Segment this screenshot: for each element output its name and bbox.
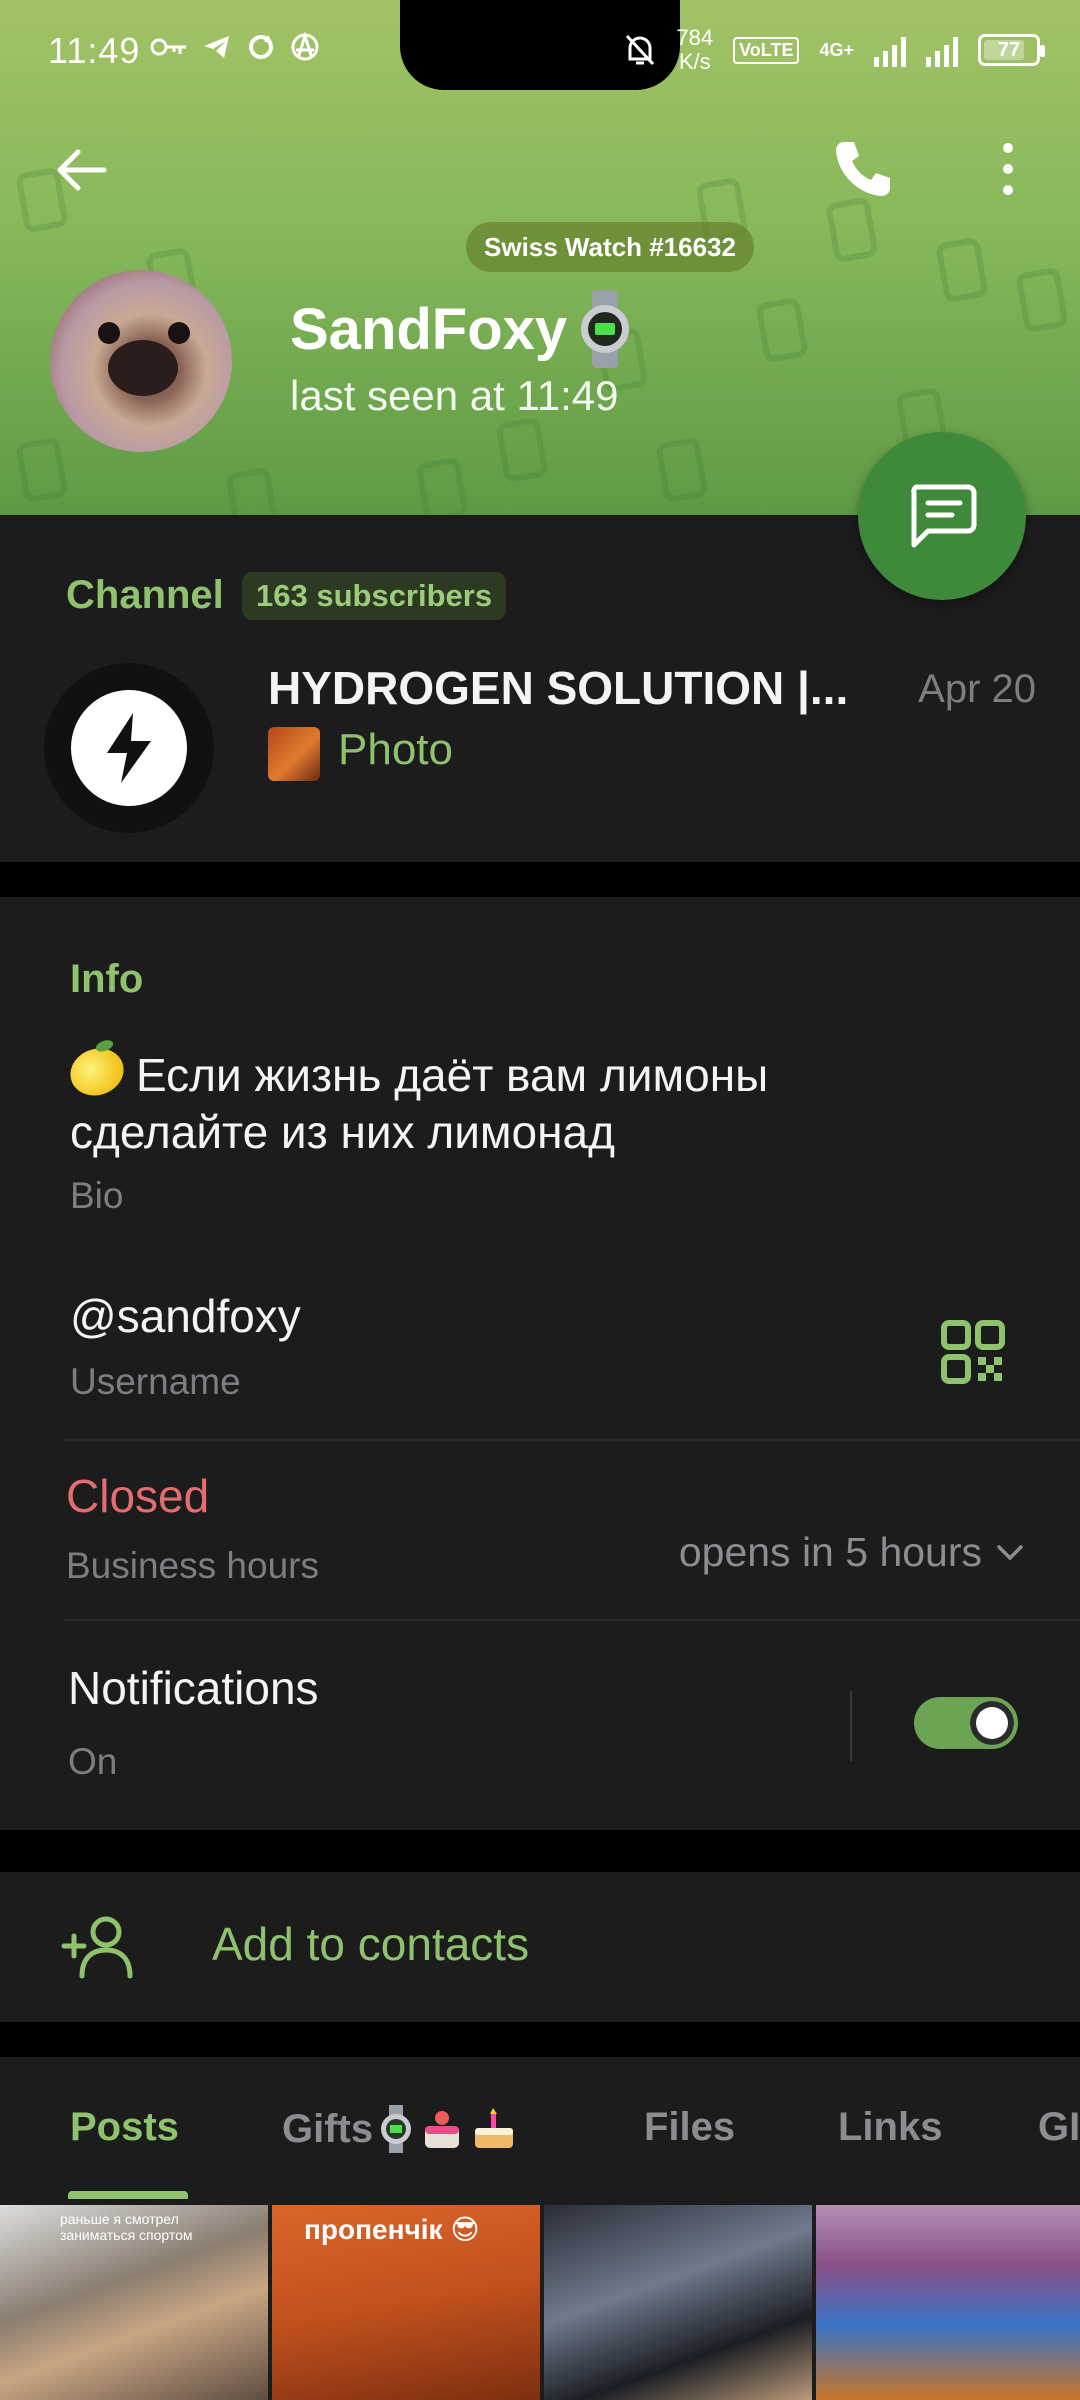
info-heading: Info [70, 957, 144, 1001]
back-arrow-icon[interactable] [52, 140, 112, 200]
tab-gifs[interactable]: GI [1038, 2105, 1080, 2150]
vertical-separator [850, 1691, 852, 1761]
tab-files[interactable]: Files [644, 2105, 735, 2150]
opens-in-dropdown[interactable]: opens in 5 hours [679, 1529, 1024, 1576]
status-system-icons: 784 K/s VoLTE 4G+ 77 [624, 25, 1045, 74]
network-type: 4G+ [819, 39, 854, 60]
birthday-cake-icon [475, 2108, 514, 2148]
last-seen: last seen at 11:49 [290, 372, 619, 419]
telegram-icon [204, 36, 229, 58]
watch-emoji-icon[interactable] [578, 290, 632, 368]
key-icon [150, 38, 186, 56]
lightning-icon [107, 713, 151, 783]
cake-gift-icon [425, 2111, 460, 2148]
channel-label: Channel [66, 573, 224, 617]
phone-icon[interactable] [830, 136, 896, 202]
media-grid: раньше я смотрел заниматься спортом проп… [0, 2205, 1080, 2400]
volte-badge: VoLTE [733, 36, 800, 64]
add-contact-label: Add to contacts [212, 1918, 530, 1970]
qr-code-icon[interactable] [938, 1317, 1008, 1387]
add-user-icon [61, 1916, 133, 1979]
media-thumb[interactable]: пропенчік 😎 [272, 2205, 540, 2400]
media-thumb[interactable]: раньше я смотрел заниматься спортом [0, 2205, 268, 2400]
signal-icon [874, 33, 906, 67]
profile-name: SandFoxy [290, 297, 568, 362]
avatar[interactable] [50, 270, 232, 452]
notifications-label[interactable]: Notifications [68, 1661, 319, 1715]
photo-thumbnail [268, 727, 320, 781]
tab-posts[interactable]: Posts [70, 2105, 179, 2150]
tab-links[interactable]: Links [838, 2105, 942, 2150]
signal-icon-2 [926, 33, 958, 67]
username-label: Username [70, 1361, 241, 1402]
notifications-toggle[interactable] [914, 1697, 1018, 1749]
status-notification-icons [150, 32, 320, 62]
business-status[interactable]: Closed [66, 1469, 209, 1523]
channel-title[interactable]: HYDROGEN SOLUTION |... [268, 661, 848, 715]
more-vertical-icon[interactable] [990, 136, 1026, 202]
channel-last-message: Photo [338, 725, 453, 774]
active-tab-indicator [68, 2191, 188, 2199]
subscribers-badge: 163 subscribers [242, 572, 507, 620]
chat-icon [911, 484, 977, 548]
media-thumb[interactable] [544, 2205, 812, 2400]
status-bar: 11:49 784 K/s VoLTE 4G+ 77 [0, 0, 1080, 100]
chevron-down-icon [997, 1544, 1023, 1560]
divider [64, 1439, 1080, 1441]
sync-icon [249, 35, 273, 59]
channel-date: Apr 20 [918, 667, 1036, 711]
status-time: 11:49 [48, 30, 141, 71]
battery-icon: 77 [978, 34, 1045, 66]
channel-avatar[interactable] [44, 663, 214, 833]
media-section: Posts Gifts Files Links GI раньше я смот… [0, 2057, 1080, 2400]
tab-gifts[interactable]: Gifts [282, 2105, 517, 2153]
gift-badge[interactable]: Swiss Watch #16632 [466, 222, 754, 272]
bio-label: Bio [70, 1175, 124, 1216]
info-section: Info Если жизнь даёт вам лимоны сделайте… [0, 897, 1080, 1830]
media-thumb[interactable] [816, 2205, 1080, 2400]
notifications-state: On [68, 1741, 118, 1782]
message-button[interactable] [858, 432, 1026, 600]
watch-gift-icon [381, 2105, 412, 2153]
media-tabs: Posts Gifts Files Links GI [0, 2057, 1080, 2207]
anarchy-icon [291, 32, 319, 61]
business-hours-label: Business hours [66, 1545, 319, 1586]
divider [64, 1619, 1080, 1621]
add-contact-row[interactable]: Add to contacts [0, 1872, 1080, 2022]
net-speed: 784 K/s [676, 25, 714, 74]
mute-bell-icon [626, 34, 655, 66]
bio-text[interactable]: Если жизнь даёт вам лимоны сделайте из н… [70, 1047, 970, 1161]
opens-in-text: opens in 5 hours [678, 1529, 982, 1575]
username-value[interactable]: @sandfoxy [70, 1289, 301, 1343]
